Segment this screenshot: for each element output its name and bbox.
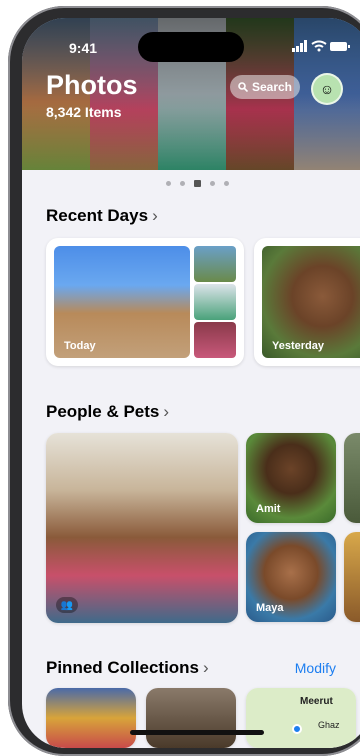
memoji-avatar-icon: ☺ — [319, 81, 335, 97]
page-indicator[interactable] — [22, 180, 360, 187]
person-name: Maya — [256, 602, 284, 614]
recent-days-header[interactable]: Recent Days › — [46, 206, 158, 226]
recent-days-title: Recent Days — [46, 206, 149, 225]
recent-day-card-today[interactable]: Today — [46, 238, 244, 366]
page-dot[interactable] — [223, 181, 229, 186]
modify-button[interactable]: Modify — [295, 660, 336, 676]
card-label: Yesterday — [272, 340, 324, 352]
map-label-ghaz: Ghaz — [318, 720, 340, 730]
search-icon — [238, 82, 248, 92]
grid-page-icon[interactable] — [193, 180, 201, 187]
page-dot[interactable] — [209, 181, 215, 186]
people-pets-header[interactable]: People & Pets › — [46, 402, 169, 422]
today-thumb-photo — [194, 322, 236, 358]
card-label: Today — [64, 340, 96, 352]
status-icons — [292, 40, 350, 55]
pinned-collections-title: Pinned Collections — [46, 658, 200, 677]
item-count: 8,342 Items — [46, 104, 122, 120]
page-dot[interactable] — [179, 181, 185, 186]
screen: 9:41 Photos 8,342 Items Search ☺ Recent … — [22, 18, 360, 748]
people-pets-title: People & Pets — [46, 402, 160, 421]
people-group-photo[interactable]: 👥 — [46, 433, 238, 623]
dynamic-island — [138, 32, 244, 62]
recent-day-card-yesterday[interactable]: Yesterday — [254, 238, 360, 366]
person-name: Amit — [256, 503, 281, 515]
signal-wifi-battery-icon — [292, 40, 350, 52]
collection-photo — [146, 688, 236, 748]
pinned-collection-card[interactable] — [46, 688, 136, 748]
page-title: Photos — [46, 70, 138, 100]
person-photo — [344, 433, 360, 523]
group-photo — [46, 433, 238, 623]
person-card-amit[interactable]: Amit — [246, 433, 336, 523]
collection-photo — [46, 688, 136, 748]
chevron-right-icon: › — [163, 402, 170, 421]
pinned-collection-card[interactable] — [146, 688, 236, 748]
people-group-icon: 👥 — [56, 597, 78, 613]
search-button[interactable]: Search — [230, 75, 300, 99]
chevron-right-icon: › — [152, 206, 158, 225]
account-avatar[interactable]: ☺ — [311, 73, 343, 105]
status-time: 9:41 — [69, 40, 98, 56]
map-label-meerut: Meerut — [300, 696, 333, 707]
person-card-maya[interactable]: Maya — [246, 532, 336, 622]
home-indicator[interactable] — [130, 730, 264, 735]
person-card-partial[interactable] — [344, 433, 360, 523]
chevron-right-icon: › — [203, 658, 209, 677]
search-label: Search — [251, 80, 293, 94]
pinned-collections-header[interactable]: Pinned Collections › — [46, 658, 209, 678]
person-photo — [344, 532, 360, 622]
page-dot[interactable] — [165, 181, 171, 186]
person-card-partial[interactable] — [344, 532, 360, 622]
today-thumb-photo — [194, 246, 236, 282]
today-thumb-photo — [194, 284, 236, 320]
pinned-map-card[interactable]: Meerut Ghaz — [246, 688, 356, 748]
map-pin-icon — [292, 724, 302, 734]
